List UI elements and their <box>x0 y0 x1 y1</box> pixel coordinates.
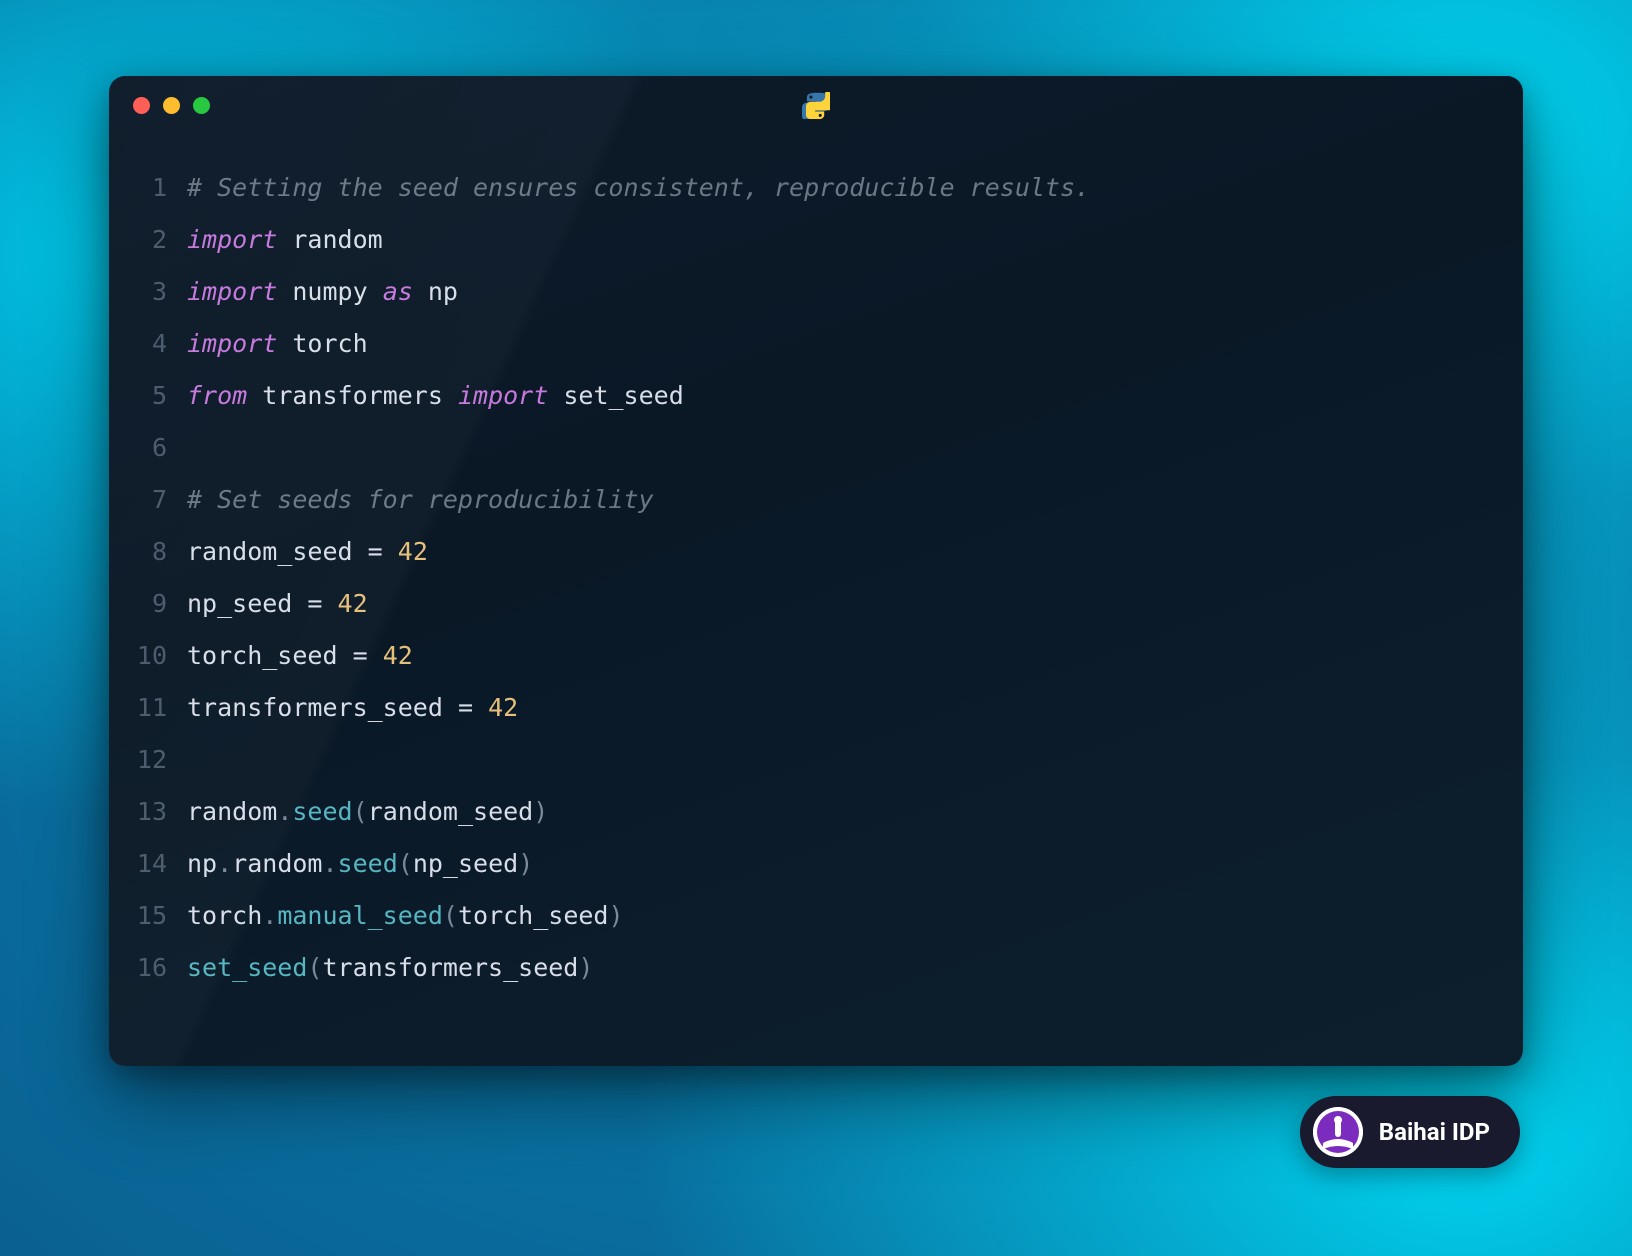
code-content: from transformers import set_seed <box>187 370 684 422</box>
code-editor-window: 1# Setting the seed ensures consistent, … <box>109 76 1523 1066</box>
line-number: 2 <box>133 214 187 266</box>
code-content: # Set seeds for reproducibility <box>187 474 654 526</box>
brand-badge-label: Baihai IDP <box>1379 1118 1490 1146</box>
line-number: 8 <box>133 526 187 578</box>
python-icon <box>802 91 830 119</box>
line-number: 11 <box>133 682 187 734</box>
code-content: np_seed = 42 <box>187 578 368 630</box>
code-content <box>187 422 202 474</box>
line-number: 15 <box>133 890 187 942</box>
code-line: 2import random <box>133 214 1499 266</box>
code-content <box>187 734 202 786</box>
code-content: import random <box>187 214 383 266</box>
code-line: 11transformers_seed = 42 <box>133 682 1499 734</box>
code-line: 7# Set seeds for reproducibility <box>133 474 1499 526</box>
code-line: 16set_seed(transformers_seed) <box>133 942 1499 994</box>
code-content: torch_seed = 42 <box>187 630 413 682</box>
code-content: import torch <box>187 318 368 370</box>
line-number: 13 <box>133 786 187 838</box>
code-line: 13random.seed(random_seed) <box>133 786 1499 838</box>
code-content: random_seed = 42 <box>187 526 428 578</box>
line-number: 3 <box>133 266 187 318</box>
title-bar <box>109 76 1523 134</box>
code-line: 1# Setting the seed ensures consistent, … <box>133 162 1499 214</box>
code-content: torch.manual_seed(torch_seed) <box>187 890 624 942</box>
code-content: import numpy as np <box>187 266 458 318</box>
code-line: 4import torch <box>133 318 1499 370</box>
code-content: transformers_seed = 42 <box>187 682 518 734</box>
line-number: 12 <box>133 734 187 786</box>
line-number: 4 <box>133 318 187 370</box>
line-number: 5 <box>133 370 187 422</box>
code-line: 12 <box>133 734 1499 786</box>
code-area[interactable]: 1# Setting the seed ensures consistent, … <box>109 134 1523 1018</box>
minimize-button[interactable] <box>163 97 180 114</box>
brand-badge: Baihai IDP <box>1300 1096 1520 1168</box>
line-number: 9 <box>133 578 187 630</box>
line-number: 1 <box>133 162 187 214</box>
code-content: np.random.seed(np_seed) <box>187 838 533 890</box>
line-number: 10 <box>133 630 187 682</box>
maximize-button[interactable] <box>193 97 210 114</box>
code-line: 15torch.manual_seed(torch_seed) <box>133 890 1499 942</box>
code-content: random.seed(random_seed) <box>187 786 548 838</box>
traffic-lights <box>133 97 210 114</box>
line-number: 7 <box>133 474 187 526</box>
code-line: 3import numpy as np <box>133 266 1499 318</box>
code-content: # Setting the seed ensures consistent, r… <box>187 162 1090 214</box>
code-line: 5from transformers import set_seed <box>133 370 1499 422</box>
line-number: 14 <box>133 838 187 890</box>
code-line: 14np.random.seed(np_seed) <box>133 838 1499 890</box>
line-number: 6 <box>133 422 187 474</box>
code-content: set_seed(transformers_seed) <box>187 942 593 994</box>
close-button[interactable] <box>133 97 150 114</box>
code-line: 9np_seed = 42 <box>133 578 1499 630</box>
code-line: 6 <box>133 422 1499 474</box>
code-line: 8random_seed = 42 <box>133 526 1499 578</box>
line-number: 16 <box>133 942 187 994</box>
brand-logo-icon <box>1313 1107 1363 1157</box>
code-line: 10torch_seed = 42 <box>133 630 1499 682</box>
